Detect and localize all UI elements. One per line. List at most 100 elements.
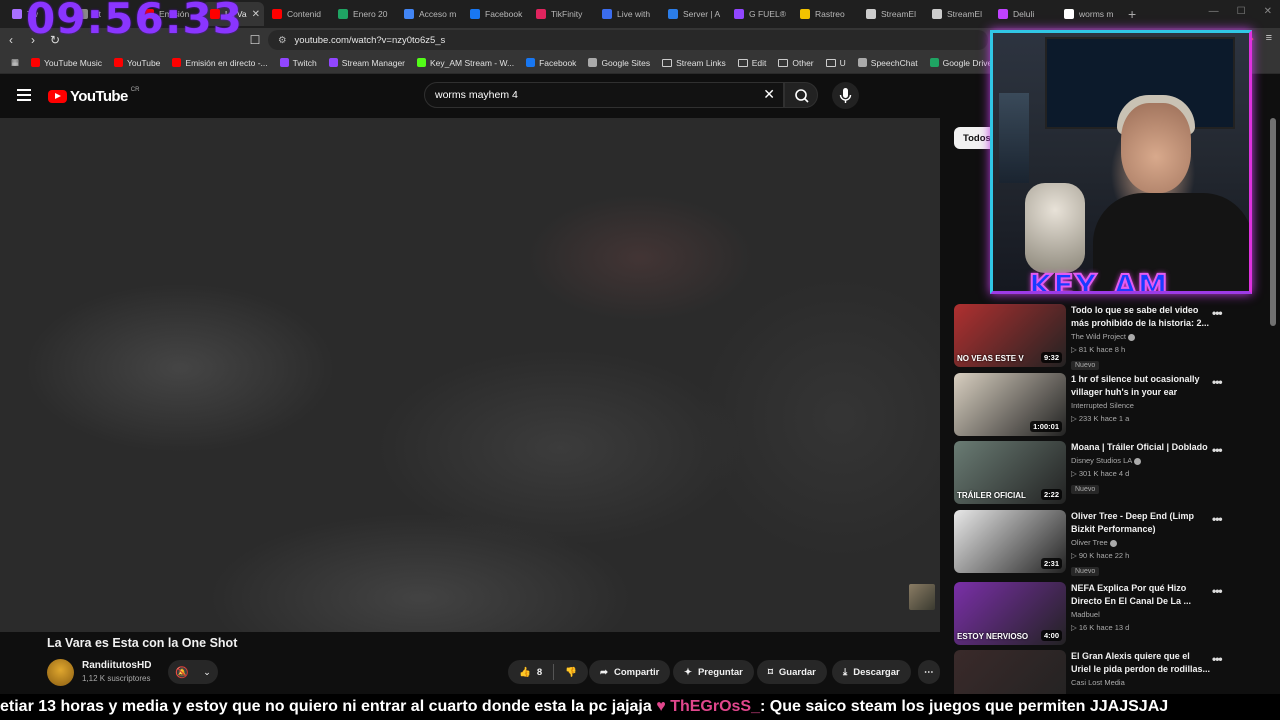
folder-icon	[662, 58, 673, 67]
browser-tab[interactable]: Acceso m	[396, 2, 462, 26]
bookmark-item[interactable]: Edit	[733, 58, 772, 68]
browser-tab[interactable]: Facebook	[462, 2, 528, 26]
youtube-logo[interactable]: YouTube CR	[48, 87, 139, 105]
download-action: ⤓ Descargar	[832, 660, 911, 684]
bookmark-item[interactable]: Key_AM Stream - W...	[412, 58, 519, 68]
browser-tab[interactable]: G FUEL®	[726, 2, 792, 26]
more-vertical-icon[interactable]: •••	[1212, 443, 1223, 457]
channel-name[interactable]: Interrupted Silence	[1071, 401, 1134, 410]
notification-bell-button[interactable]: 🔕 ⌄	[168, 660, 218, 684]
video-thumbnail[interactable]: TRÁILER OFICIAL 2:22	[954, 441, 1066, 504]
more-actions-button[interactable]: ⋯	[918, 660, 940, 684]
video-title[interactable]: El Gran Alexis quiere que el Uriel le pi…	[1071, 650, 1211, 676]
bookmark-item[interactable]: Google Sites	[583, 58, 655, 68]
thumbnail-caption: ESTOY NERVIOSO	[957, 632, 1029, 641]
bookmark-item[interactable]: Other	[773, 58, 818, 68]
download-button[interactable]: ⤓ Descargar	[832, 660, 911, 684]
back-icon[interactable]: ‹	[0, 33, 22, 47]
like-count: 8	[536, 666, 543, 678]
microphone-icon	[839, 88, 852, 103]
tab-favicon-icon	[602, 9, 612, 19]
browser-tab[interactable]: TikFinity	[528, 2, 594, 26]
clear-search-icon[interactable]: ✕	[763, 86, 775, 103]
bookmark-item[interactable]: SpeechChat	[853, 58, 923, 68]
recommended-video[interactable]: TRÁILER OFICIAL 2:22 Moana | Tráiler Ofici…	[954, 441, 1244, 505]
bookmark-item[interactable]: Twitch	[275, 58, 322, 68]
bookmark-item[interactable]: Stream Manager	[324, 58, 410, 68]
channel-name[interactable]: Casi Lost Media	[1071, 678, 1125, 687]
channel-name[interactable]: Madbuel	[1071, 610, 1100, 619]
channel-name[interactable]: Oliver Tree	[1071, 538, 1108, 547]
verified-icon	[1128, 333, 1136, 341]
channel-avatar[interactable]	[47, 659, 74, 686]
bookmark-item[interactable]: YouTube Music	[26, 58, 107, 68]
search-input[interactable]: worms mayhem 4 ✕	[424, 82, 784, 108]
voice-search-button[interactable]	[832, 82, 859, 109]
address-bar[interactable]: ⚙ youtube.com/watch?v=nzy0to6z5_s	[268, 30, 988, 50]
recommended-video[interactable]: 2:31 Oliver Tree - Deep End (Limp Bizkit …	[954, 510, 1244, 576]
channel-name[interactable]: The Wild Project	[1071, 332, 1126, 341]
bookmark-item[interactable]: U	[821, 58, 851, 68]
recommended-video[interactable]: 1:00:01 1 hr of silence but ocasionally v…	[954, 373, 1244, 437]
browser-tab[interactable]: StreamEl	[858, 2, 924, 26]
apps-icon[interactable]: ▦	[6, 57, 24, 68]
browser-tab[interactable]: Rastreo	[792, 2, 858, 26]
dislike-button[interactable]: 👎	[554, 667, 588, 678]
minimize-icon[interactable]: —	[1209, 6, 1219, 17]
channel-watermark[interactable]	[909, 584, 935, 610]
tab-favicon-icon	[272, 9, 282, 19]
ask-button[interactable]: ✦ Preguntar	[673, 660, 754, 684]
bookmark-item[interactable]: Facebook	[521, 58, 581, 68]
video-title[interactable]: 1 hr of silence but ocasionally villager…	[1071, 373, 1211, 399]
bookmark-item[interactable]: Stream Links	[657, 58, 731, 68]
ask-action: ✦ Preguntar	[673, 660, 754, 684]
thumbnail-caption: TRÁILER OFICIAL	[957, 491, 1026, 500]
browser-tab[interactable]: worms m	[1056, 2, 1122, 26]
menu-icon[interactable]: ≡	[1266, 32, 1272, 45]
browser-tab[interactable]: Deluli	[990, 2, 1056, 26]
site-info-icon[interactable]: ⚙	[278, 35, 287, 46]
save-label: Guardar	[778, 666, 816, 678]
save-button[interactable]: ⌑ Guardar	[757, 660, 827, 684]
video-thumbnail[interactable]: 2:31	[954, 510, 1066, 573]
browser-tab[interactable]: Enero 20	[330, 2, 396, 26]
more-vertical-icon[interactable]: •••	[1212, 584, 1223, 598]
more-vertical-icon[interactable]: •••	[1212, 306, 1223, 320]
share-button[interactable]: ➦ Compartir	[589, 660, 671, 684]
close-tab-icon[interactable]: ✕	[252, 9, 260, 20]
bookmark-item[interactable]: YouTube	[109, 58, 165, 68]
channel-name[interactable]: RandiitutosHD	[82, 660, 151, 671]
browser-tab[interactable]: StreamEl	[924, 2, 990, 26]
video-title[interactable]: NEFA Explica Por qué Hizo Directo En El …	[1071, 582, 1211, 608]
recommended-video[interactable]: ESTOY NERVIOSO 4:00 NEFA Explica Por qué H…	[954, 582, 1244, 646]
chat-ticker: etiar 13 horas y media y estoy que no qu…	[0, 694, 1280, 720]
page-scrollbar[interactable]	[1270, 118, 1276, 326]
menu-hamburger-icon[interactable]	[17, 89, 31, 101]
plush-toy	[1025, 183, 1085, 273]
bookmark-icon[interactable]: ☐	[244, 33, 266, 47]
youtube-play-icon	[48, 90, 67, 103]
more-vertical-icon[interactable]: •••	[1212, 512, 1223, 526]
video-thumbnail[interactable]: ESTOY NERVIOSO 4:00	[954, 582, 1066, 645]
close-window-icon[interactable]: ✕	[1264, 6, 1272, 17]
maximize-icon[interactable]: ☐	[1237, 6, 1246, 17]
video-thumbnail[interactable]: 1:00:01	[954, 373, 1066, 436]
bookmark-item[interactable]: Google Drive	[925, 58, 998, 68]
video-info: NEFA Explica Por qué Hizo Directo En El …	[1071, 582, 1211, 632]
video-player[interactable]	[0, 118, 940, 632]
video-title[interactable]: Moana | Tráiler Oficial | Doblado	[1071, 441, 1211, 454]
like-button[interactable]: 👍 8	[508, 667, 553, 678]
recommended-video[interactable]: NO VEAS ESTE V 9:32 Todo lo que se sabe de…	[954, 304, 1244, 370]
browser-tab[interactable]: Contenid	[264, 2, 330, 26]
more-vertical-icon[interactable]: •••	[1212, 652, 1223, 666]
video-thumbnail[interactable]: NO VEAS ESTE V 9:32	[954, 304, 1066, 367]
browser-tab[interactable]: Live with	[594, 2, 660, 26]
bookmark-item[interactable]: Emisión en directo -...	[167, 58, 272, 68]
channel-name[interactable]: Disney Studios LA	[1071, 456, 1132, 465]
browser-tab[interactable]: Server | A	[660, 2, 726, 26]
search-button[interactable]	[784, 82, 818, 108]
new-tab-button[interactable]: +	[1128, 6, 1136, 22]
video-title[interactable]: Todo lo que se sabe del video más prohib…	[1071, 304, 1211, 330]
video-title[interactable]: Oliver Tree - Deep End (Limp Bizkit Perf…	[1071, 510, 1211, 536]
more-vertical-icon[interactable]: •••	[1212, 375, 1223, 389]
